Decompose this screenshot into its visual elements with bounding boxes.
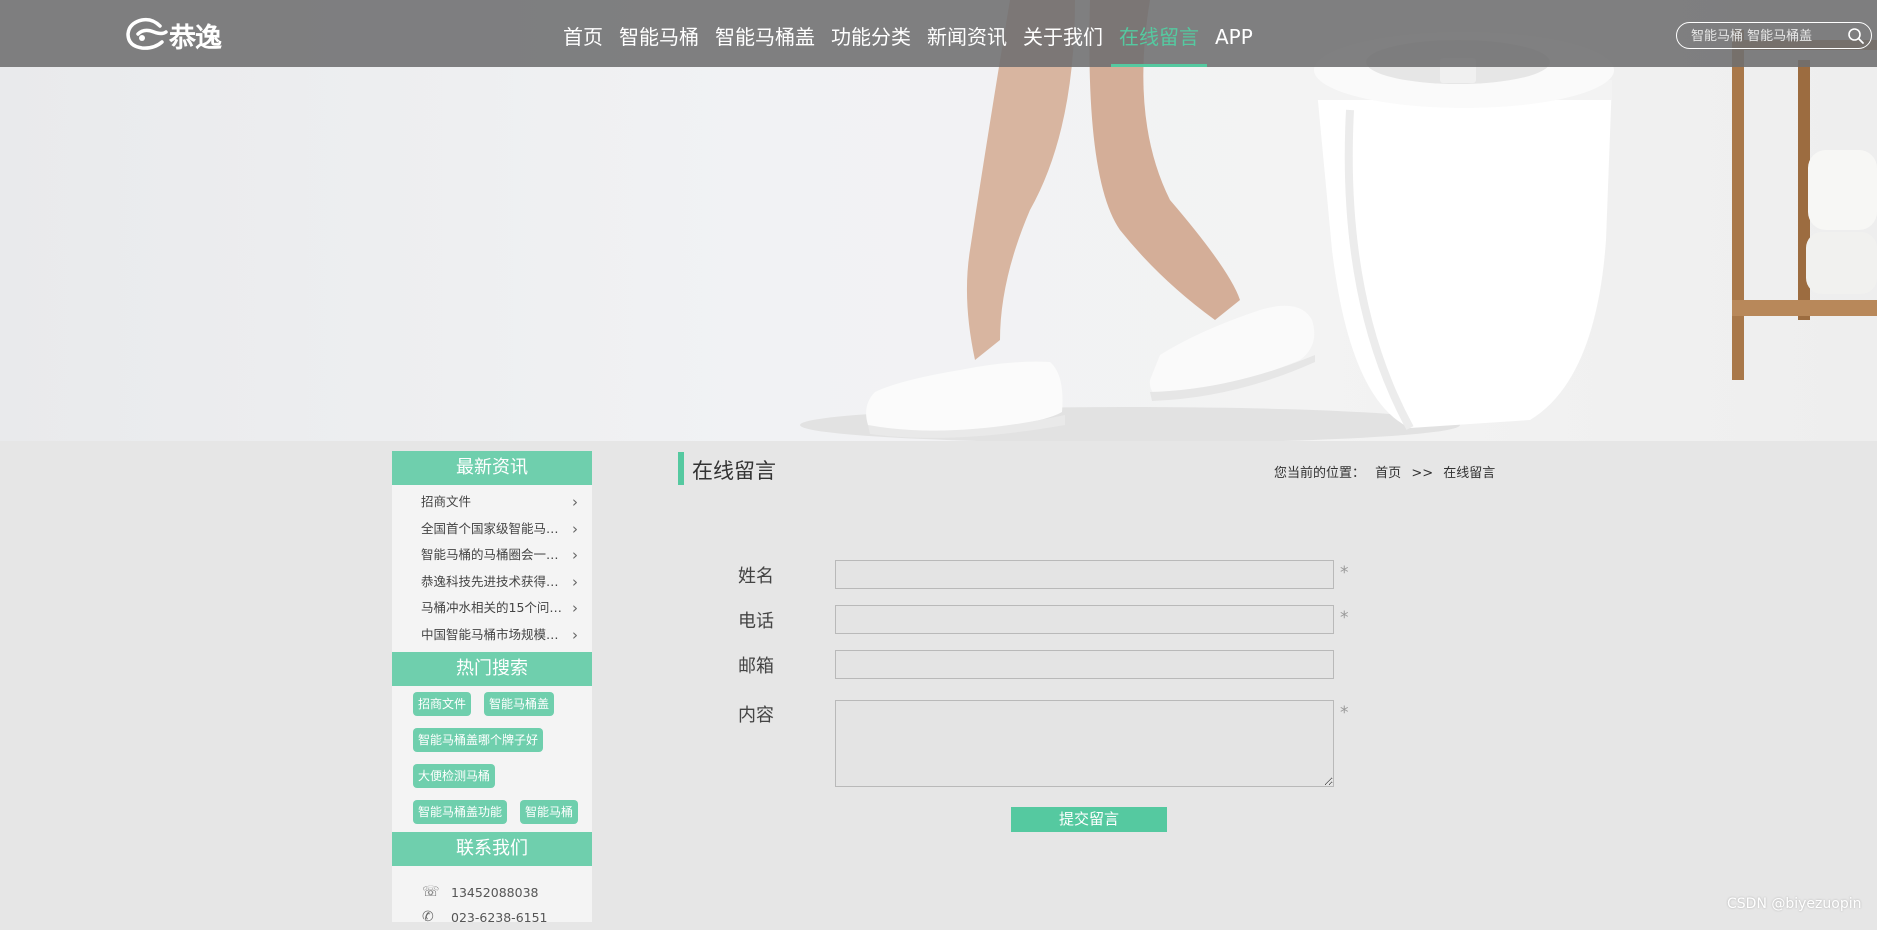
- logo-icon: [126, 17, 168, 50]
- hot-tag[interactable]: 智能马桶盖: [484, 692, 555, 716]
- news-item-label: 马桶冲水相关的15个问…: [421, 600, 562, 615]
- chevron-right-icon: ›: [572, 599, 578, 617]
- breadcrumb-current[interactable]: 在线留言: [1443, 466, 1495, 481]
- latest-news-list: 招商文件 › 全国首个国家级智能马… › 智能马桶的马桶圈会一… › 恭逸科技先进技术…: [392, 485, 592, 652]
- nav-item-online-message[interactable]: 在线留言: [1111, 0, 1207, 67]
- required-mark: *: [1340, 563, 1349, 583]
- phone-field[interactable]: [835, 605, 1334, 634]
- chevron-right-icon: ›: [572, 519, 578, 538]
- chevron-right-icon: ›: [572, 625, 578, 644]
- search-box: [1676, 22, 1872, 49]
- chevron-right-icon: ›: [572, 572, 578, 591]
- content-label: 内容: [738, 705, 774, 726]
- hot-tag[interactable]: 智能马桶盖哪个牌子好: [413, 728, 544, 752]
- list-item[interactable]: 马桶冲水相关的15个问… ›: [392, 595, 592, 622]
- required-mark: *: [1340, 703, 1349, 723]
- telephone-icon: ☏: [422, 884, 440, 900]
- nav-item-home[interactable]: 首页: [555, 0, 611, 67]
- phone-number: 023-6238-6151: [451, 910, 548, 925]
- phone-label: 电话: [738, 611, 774, 632]
- search-input[interactable]: [1689, 25, 1853, 47]
- nav-item-smart-toilet[interactable]: 智能马桶: [611, 0, 707, 67]
- watermark: CSDN @biyezuopin: [1727, 896, 1862, 912]
- hot-tag[interactable]: 招商文件: [413, 692, 472, 716]
- list-item[interactable]: 全国首个国家级智能马… ›: [392, 516, 592, 543]
- contact-phone: ✆ 023-6238-6151: [392, 905, 592, 930]
- list-item[interactable]: 中国智能马桶市场规模… ›: [392, 622, 592, 649]
- logo-text: 恭逸: [169, 23, 222, 54]
- title-accent-bar: [678, 452, 684, 485]
- latest-news-heading: 最新资讯: [392, 451, 592, 485]
- breadcrumb: 您当前的位置： 首页 >> 在线留言: [1274, 462, 1501, 481]
- search-icon[interactable]: [1847, 27, 1865, 45]
- content-textarea[interactable]: [835, 700, 1334, 787]
- chevron-right-icon: ›: [572, 546, 578, 564]
- contact-heading: 联系我们: [392, 832, 592, 866]
- main-nav: 首页 智能马桶 智能马桶盖 功能分类 新闻资讯 关于我们 在线留言 APP: [555, 0, 1261, 67]
- contact-mobile: ☏ 13452088038: [392, 880, 592, 905]
- submit-message-button[interactable]: 提交留言: [1011, 807, 1167, 832]
- required-mark: *: [1340, 608, 1349, 628]
- breadcrumb-separator: >>: [1411, 466, 1434, 481]
- breadcrumb-home[interactable]: 首页: [1375, 466, 1401, 481]
- hot-tag[interactable]: 大便检测马桶: [413, 764, 496, 788]
- news-item-label: 智能马桶的马桶圈会一…: [421, 547, 559, 562]
- news-item-label: 招商文件: [421, 494, 472, 509]
- mobile-number: 13452088038: [451, 885, 539, 900]
- nav-item-about[interactable]: 关于我们: [1015, 0, 1111, 67]
- list-item[interactable]: 恭逸科技先进技术获得… ›: [392, 569, 592, 596]
- news-item-label: 全国首个国家级智能马…: [421, 520, 559, 536]
- news-item-label: 中国智能马桶市场规模…: [421, 626, 559, 642]
- list-item[interactable]: 招商文件 ›: [392, 489, 592, 516]
- name-field[interactable]: [835, 560, 1334, 589]
- nav-item-news[interactable]: 新闻资讯: [919, 0, 1015, 67]
- logo[interactable]: 恭逸: [124, 14, 234, 54]
- sidebar: 最新资讯 招商文件 › 全国首个国家级智能马… › 智能马桶的马桶圈会一… › 恭逸科…: [392, 451, 592, 925]
- page-title: 在线留言: [692, 459, 776, 483]
- email-label: 邮箱: [738, 656, 774, 677]
- contact-info: ☏ 13452088038 ✆ 023-6238-6151: [392, 866, 592, 930]
- hot-tag[interactable]: 智能马桶盖功能: [413, 800, 508, 824]
- top-navbar: 恭逸 首页 智能马桶 智能马桶盖 功能分类 新闻资讯 关于我们 在线留言 APP: [0, 0, 1877, 67]
- name-label: 姓名: [738, 566, 774, 587]
- email-field[interactable]: [835, 650, 1334, 679]
- hot-search-tags: 招商文件 智能马桶盖 智能马桶盖哪个牌子好 大便检测马桶 智能马桶盖功能 智能马桶: [392, 686, 592, 840]
- list-item[interactable]: 智能马桶的马桶圈会一… ›: [392, 542, 592, 569]
- nav-item-categories[interactable]: 功能分类: [823, 0, 919, 67]
- breadcrumb-prefix: 您当前的位置：: [1274, 466, 1366, 481]
- phone-handset-icon: ✆: [422, 909, 434, 925]
- hot-tag[interactable]: 智能马桶: [520, 800, 579, 824]
- nav-item-smart-toilet-seat[interactable]: 智能马桶盖: [707, 0, 823, 67]
- chevron-right-icon: ›: [572, 493, 578, 511]
- news-item-label: 恭逸科技先进技术获得…: [421, 573, 559, 589]
- hot-search-heading: 热门搜索: [392, 652, 592, 686]
- nav-item-app[interactable]: APP: [1207, 0, 1261, 67]
